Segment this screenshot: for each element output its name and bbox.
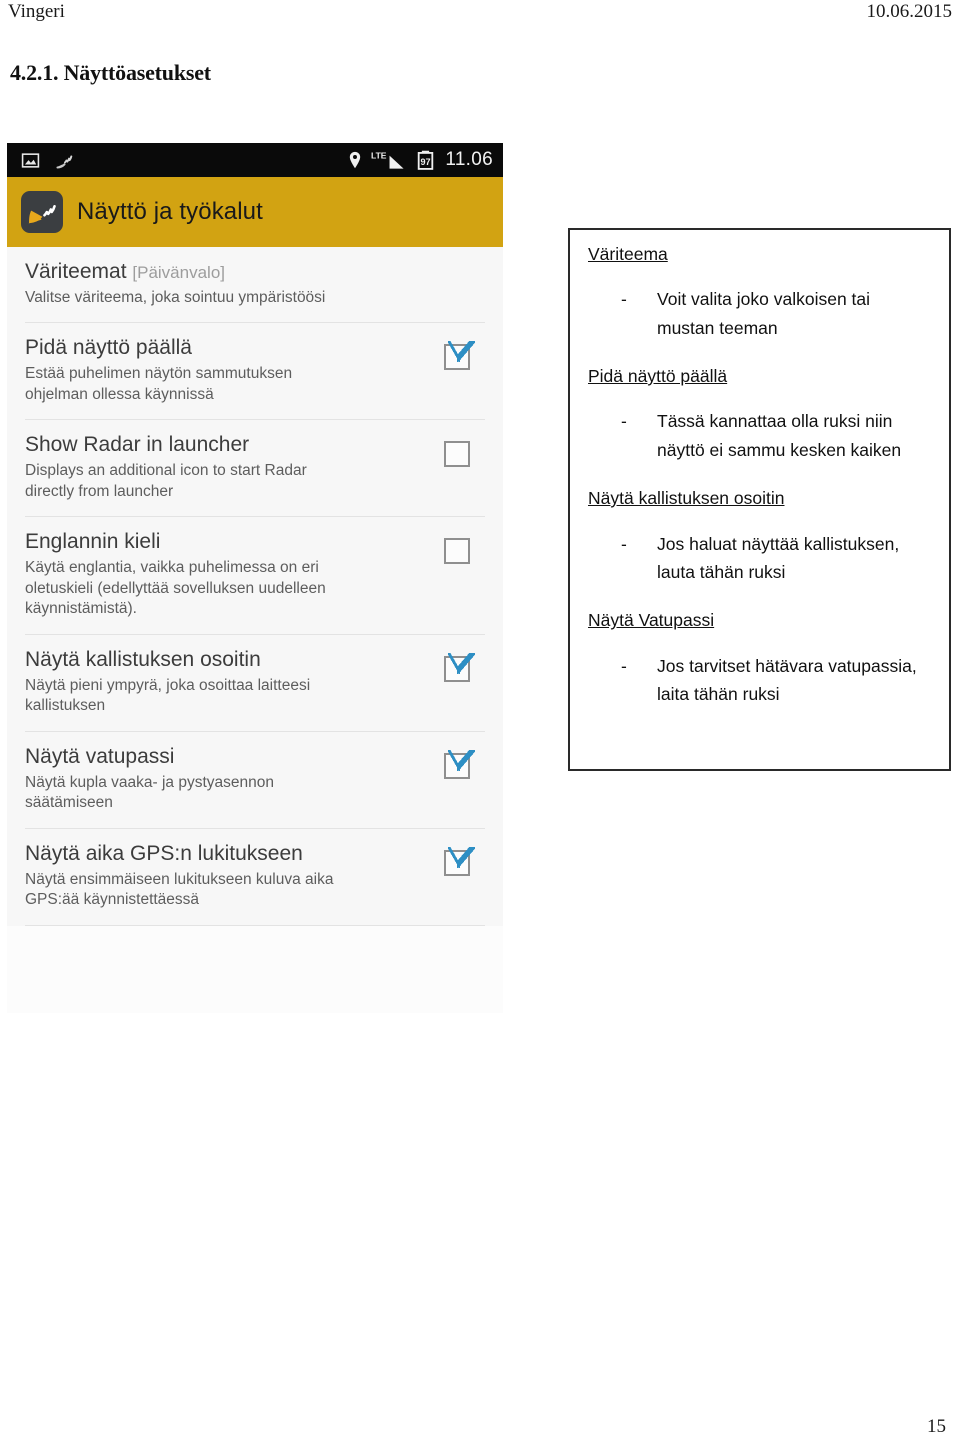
list-item[interactable]: Englannin kieli Käytä englantia, vaikka … [25,517,485,635]
list-item-title: Pidä näyttö päällä [25,336,192,360]
list-item-title: Näytä kallistuksen osoitin [25,647,261,671]
checkbox-show-tilt-indicator[interactable] [444,652,475,682]
annotation-group: Näytä kallistuksen osoitin - Jos haluat … [588,486,933,586]
checkbox-show-gps-lock-time[interactable] [444,846,475,876]
document-page: Vingeri 10.06.2015 4.2.1. Näyttöasetukse… [0,0,960,1452]
checkbox-show-spirit-level[interactable] [444,749,475,779]
battery-icon: 97 [417,150,434,170]
list-item-text: Näytä kallistuksen osoitin Näytä pieni y… [25,648,429,717]
screenshot-image-icon [21,151,40,170]
checkbox-english-language[interactable] [444,538,470,565]
bullet-dash: - [621,289,627,310]
app-bar-title: Näyttö ja työkalut [77,198,263,225]
annotation-bullet: - Tässä kannattaa olla ruksi niin näyttö… [621,407,933,464]
annotation-text: Jos tarvitset hätävara vatupassia, laita… [657,655,917,704]
list-item-title-suffix: [Päivänvalo] [132,263,226,282]
page-number: 15 [927,1416,946,1437]
annotation-heading: Pidä näyttö päällä [588,366,728,387]
list-item-description: Käytä englantia, vaikka puhelimessa on e… [25,559,326,618]
status-bar-clock: 11.06 [445,149,493,170]
list-item-description: Estää puhelimen näytön sammutuksen ohjel… [25,365,293,403]
annotation-heading: Näytä kallistuksen osoitin [588,488,785,509]
page-title: 4.2.1. Näyttöasetukset [10,60,211,85]
checkbox-slot [429,433,485,468]
annotation-group: Väriteema - Voit valita joko valkoisen t… [588,242,933,342]
annotation-bullet: - Jos haluat näyttää kallistuksen, lauta… [621,530,933,587]
checkbox-slot [429,648,485,682]
location-pin-icon [347,151,363,170]
list-item[interactable]: Näytä vatupassi Näytä kupla vaaka- ja py… [25,732,485,829]
list-item-text: Väriteemat [Päivänvalo] Valitse väriteem… [25,260,429,308]
annotation-text: Voit valita joko valkoisen tai mustan te… [657,289,871,338]
satellite-gps-icon [54,150,75,171]
bullet-dash: - [621,655,627,676]
list-item[interactable]: Show Radar in launcher Displays an addit… [25,420,485,518]
checkbox-keep-screen-on[interactable] [444,341,475,371]
list-item-description: Valitse väriteema, joka sointuu ympärist… [25,288,326,306]
android-status-bar: LTE 97 11.06 [7,143,503,177]
list-item-description: Näytä ensimmäiseen lukitukseen kuluva ai… [25,870,334,909]
list-item[interactable]: Näytä aika GPS:n lukitukseen Näytä ensim… [25,829,485,926]
lte-signal-icon: LTE [371,150,409,171]
annotation-box: Väriteema - Voit valita joko valkoisen t… [568,228,951,771]
checkbox-slot [429,530,485,565]
annotation-bullet: - Jos tarvitset hätävara vatupassia, lai… [621,652,933,709]
settings-list: Väriteemat [Päivänvalo] Valitse väriteem… [7,247,503,926]
bullet-dash: - [621,411,627,432]
list-item-text: Näytä aika GPS:n lukitukseen Näytä ensim… [25,842,429,911]
list-item-text: Näytä vatupassi Näytä kupla vaaka- ja py… [25,745,429,814]
checkbox-slot-empty [429,260,485,268]
checkbox-slot [429,842,485,876]
status-bar-left-icons [21,150,75,171]
list-item-title-main: Väriteemat [25,260,127,283]
header-date: 10.06.2015 [866,1,953,22]
svg-text:LTE: LTE [371,150,387,160]
annotation-text: Tässä kannattaa olla ruksi niin näyttö e… [657,411,902,460]
list-item-title: Näytä vatupassi [25,744,175,768]
checkbox-slot [429,745,485,779]
list-item-title: Näytä aika GPS:n lukitukseen [25,841,303,865]
annotation-bullet: - Voit valita joko valkoisen tai mustan … [621,285,933,342]
checkbox-slot [429,336,485,371]
list-item-title: Show Radar in launcher [25,433,250,457]
list-item[interactable]: Pidä näyttö päällä Estää puhelimen näytö… [25,323,485,421]
list-item-title: Väriteemat [Päivänvalo] [25,260,419,285]
list-item-description: Näytä kupla vaaka- ja pystyasennon säätä… [25,773,275,812]
document-header: Vingeri 10.06.2015 [0,0,960,34]
list-item-title: Englannin kieli [25,530,161,554]
annotation-group: Näytä Vatupassi - Jos tarvitset hätävara… [588,608,933,708]
bullet-dash: - [621,533,627,554]
screenshot-empty-area [7,925,503,1013]
list-item[interactable]: Väriteemat [Päivänvalo] Valitse väriteem… [25,247,485,324]
list-item-text: Englannin kieli Käytä englantia, vaikka … [25,530,429,620]
list-item[interactable]: Näytä kallistuksen osoitin Näytä pieni y… [25,635,485,732]
annotation-heading: Näytä Vatupassi [588,610,715,631]
battery-level-text: 97 [421,157,431,167]
app-bar: Näyttö ja työkalut [7,177,503,247]
list-item-description: Näytä pieni ympyrä, joka osoittaa laitte… [25,676,311,715]
phone-screenshot: LTE 97 11.06 Näyttö ja työkalut Väriteem… [7,143,503,1013]
list-item-text: Pidä näyttö päällä Estää puhelimen näytö… [25,336,429,405]
radar-app-icon[interactable] [21,191,63,233]
status-bar-right-icons: LTE 97 11.06 [347,149,493,171]
list-item-description: Displays an additional icon to start Rad… [25,462,307,500]
annotation-heading: Väriteema [588,244,668,264]
checkbox-show-radar-in-launcher[interactable] [444,441,470,468]
annotation-text: Jos haluat näyttää kallistuksen, lauta t… [657,533,900,582]
list-item-text: Show Radar in launcher Displays an addit… [25,433,429,502]
annotation-group: Pidä näyttö päällä - Tässä kannattaa oll… [588,364,933,464]
header-document-name: Vingeri [8,1,65,22]
